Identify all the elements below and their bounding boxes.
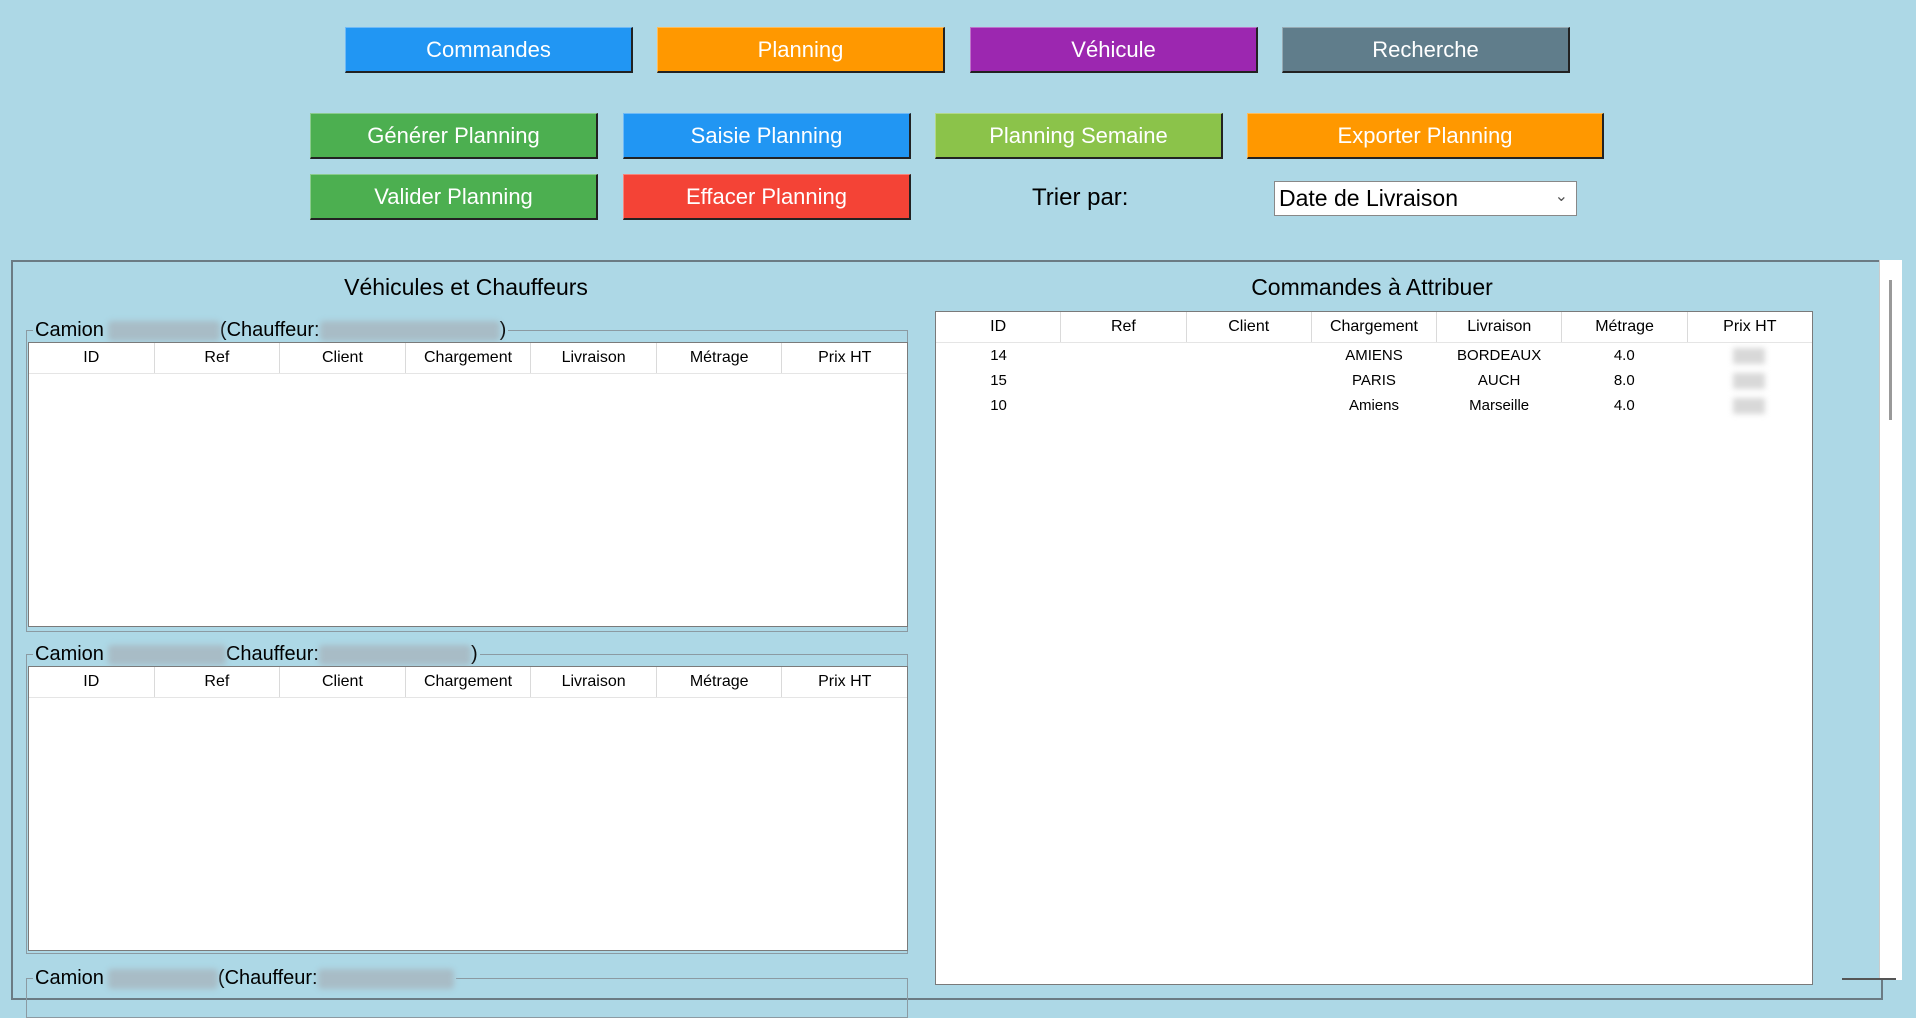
column-header-metrage[interactable]: Métrage: [657, 667, 783, 697]
cell-livraison: AUCH: [1477, 372, 1521, 389]
cell-client: [1186, 343, 1311, 368]
cell-prix-redacted: [1687, 368, 1812, 393]
column-header-chargement[interactable]: Chargement: [1312, 312, 1438, 342]
sort-selected-value: Date de Livraison: [1279, 185, 1458, 211]
table-header: ID Ref Client Chargement Livraison Métra…: [29, 343, 907, 374]
column-header-chargement[interactable]: Chargement: [406, 343, 532, 373]
cell-ref: [1061, 343, 1186, 368]
vehicule-button[interactable]: Véhicule: [970, 27, 1258, 73]
column-header-client[interactable]: Client: [280, 667, 406, 697]
planning-button[interactable]: Planning: [657, 27, 945, 73]
column-header-livraison[interactable]: Livraison: [531, 343, 657, 373]
truck-name-redacted: [107, 968, 218, 989]
orders-to-assign-table[interactable]: ID Ref Client Chargement Livraison Métra…: [935, 311, 1813, 985]
driver-label: Chauffeur:: [225, 643, 319, 665]
cell-ref: [1061, 393, 1186, 418]
scrollbar-thumb[interactable]: [1889, 280, 1892, 420]
cell-livraison: Marseille: [1469, 397, 1530, 414]
recherche-button[interactable]: Recherche: [1282, 27, 1570, 73]
commandes-button[interactable]: Commandes: [345, 27, 633, 73]
table-header: ID Ref Client Chargement Livraison Métra…: [29, 667, 907, 698]
column-header-prix-ht[interactable]: Prix HT: [1688, 312, 1812, 342]
table-row[interactable]: 10 Amiens Marseille 4.0: [936, 393, 1812, 418]
driver-label: (Chauffeur:: [219, 319, 320, 341]
column-header-ref[interactable]: Ref: [155, 343, 281, 373]
cell-metrage: 4.0: [1613, 397, 1635, 414]
column-header-id[interactable]: ID: [936, 312, 1062, 342]
column-header-prix-ht[interactable]: Prix HT: [782, 667, 907, 697]
column-header-metrage[interactable]: Métrage: [1562, 312, 1688, 342]
table-row[interactable]: 15 PARIS AUCH 8.0: [936, 368, 1812, 393]
driver-name-redacted: [318, 644, 471, 665]
column-header-chargement[interactable]: Chargement: [406, 667, 532, 697]
column-header-ref[interactable]: Ref: [155, 667, 281, 697]
vehicles-title: Véhicules et Chauffeurs: [344, 274, 588, 300]
truck-orders-table[interactable]: ID Ref Client Chargement Livraison Métra…: [28, 666, 908, 951]
generer-planning-button[interactable]: Générer Planning: [310, 113, 598, 159]
sort-label: Trier par:: [1032, 184, 1129, 211]
column-header-client[interactable]: Client: [1187, 312, 1312, 342]
driver-name-redacted: [317, 968, 454, 989]
orders-title: Commandes à Attribuer: [1251, 274, 1493, 300]
truck-legend: Camion (Chauffeur: ): [33, 319, 509, 342]
table-row[interactable]: 14 AMIENS BORDEAUX 4.0: [936, 343, 1812, 368]
column-header-livraison[interactable]: Livraison: [531, 667, 657, 697]
column-header-prix-ht[interactable]: Prix HT: [782, 343, 907, 373]
cell-prix-redacted: [1687, 343, 1812, 368]
sort-select[interactable]: Date de Livraison ⌄: [1274, 181, 1577, 216]
vertical-scrollbar[interactable]: [1879, 260, 1902, 980]
column-header-metrage[interactable]: Métrage: [657, 343, 783, 373]
column-header-id[interactable]: ID: [29, 343, 155, 373]
cell-client: [1186, 393, 1311, 418]
cell-metrage: 8.0: [1613, 372, 1635, 389]
cell-id: 15: [990, 372, 1007, 389]
cell-chargement: Amiens: [1348, 397, 1399, 414]
divider: [1842, 978, 1896, 980]
column-header-id[interactable]: ID: [29, 667, 155, 697]
effacer-planning-button[interactable]: Effacer Planning: [623, 174, 911, 220]
truck-legend: Camion Chauffeur: ): [33, 643, 480, 666]
cell-chargement: PARIS: [1352, 372, 1396, 389]
column-header-ref[interactable]: Ref: [1061, 312, 1187, 342]
exporter-planning-button[interactable]: Exporter Planning: [1247, 113, 1604, 159]
column-header-client[interactable]: Client: [280, 343, 406, 373]
column-header-livraison[interactable]: Livraison: [1437, 312, 1563, 342]
truck-name-redacted: [107, 644, 226, 665]
truck-orders-table[interactable]: ID Ref Client Chargement Livraison Métra…: [28, 342, 908, 627]
chevron-down-icon[interactable]: ⌄: [1555, 186, 1568, 206]
truck-group: Camion (Chauffeur:: [26, 967, 908, 1018]
cell-metrage: 4.0: [1613, 347, 1635, 364]
cell-ref: [1061, 368, 1186, 393]
truck-prefix: Camion: [35, 319, 104, 341]
driver-name-redacted: [319, 320, 500, 341]
valider-planning-button[interactable]: Valider Planning: [310, 174, 598, 220]
truck-name-redacted: [107, 320, 220, 341]
planning-semaine-button[interactable]: Planning Semaine: [935, 113, 1223, 159]
truck-prefix: Camion: [35, 643, 104, 665]
cell-client: [1186, 368, 1311, 393]
truck-suffix: ): [470, 643, 478, 665]
cell-chargement: AMIENS: [1345, 347, 1403, 364]
table-header: ID Ref Client Chargement Livraison Métra…: [936, 312, 1812, 343]
cell-livraison: BORDEAUX: [1457, 347, 1542, 364]
cell-prix-redacted: [1687, 393, 1812, 418]
truck-suffix: ): [499, 319, 507, 341]
cell-id: 10: [990, 397, 1007, 414]
cell-id: 14: [990, 347, 1007, 364]
saisie-planning-button[interactable]: Saisie Planning: [623, 113, 911, 159]
